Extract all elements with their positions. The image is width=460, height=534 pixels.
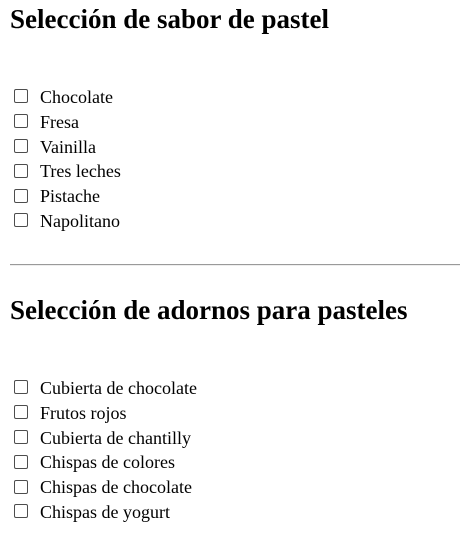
- topping-option-label: Chispas de chocolate: [40, 477, 192, 498]
- topping-option-label: Frutos rojos: [40, 402, 127, 423]
- flavor-checkbox[interactable]: [14, 163, 28, 178]
- topping-option-label: Chispas de colores: [40, 452, 175, 473]
- flavor-section-title: Selección de sabor de pastel: [10, 4, 329, 34]
- topping-checkbox[interactable]: [14, 479, 28, 494]
- topping-option-cubierta-chantilly[interactable]: Cubierta de chantilly: [14, 426, 197, 451]
- flavor-checkbox[interactable]: [14, 188, 28, 203]
- flavor-option-label: Chocolate: [40, 87, 113, 107]
- topping-option-label: Cubierta de chocolate: [40, 378, 197, 398]
- section-divider: [10, 264, 460, 266]
- flavor-option-label: Napolitano: [40, 210, 120, 231]
- topping-checkbox[interactable]: [14, 405, 28, 420]
- topping-option-chispas-colores[interactable]: Chispas de colores: [14, 450, 197, 475]
- flavor-option-tres-leches[interactable]: Tres leches: [14, 159, 121, 184]
- topping-checkbox[interactable]: [14, 380, 28, 395]
- topping-option-label: Cubierta de chantilly: [40, 427, 191, 448]
- flavor-checkbox[interactable]: [14, 114, 28, 129]
- flavor-option-label: Fresa: [40, 111, 79, 132]
- flavor-option-pistache[interactable]: Pistache: [14, 184, 121, 209]
- topping-checkbox[interactable]: [14, 429, 28, 444]
- topping-section-title: Selección de adornos para pasteles: [10, 295, 408, 325]
- flavor-option-chocolate[interactable]: Chocolate: [14, 85, 121, 110]
- flavor-option-napolitano[interactable]: Napolitano: [14, 209, 121, 234]
- topping-option-label: Chispas de yogurt: [40, 501, 170, 522]
- flavor-checkbox[interactable]: [14, 138, 28, 153]
- topping-checkbox[interactable]: [14, 454, 28, 469]
- topping-checkbox[interactable]: [14, 504, 28, 519]
- flavor-checkbox[interactable]: [14, 89, 28, 104]
- flavor-option-label: Vainilla: [40, 136, 96, 157]
- flavor-option-fresa[interactable]: Fresa: [14, 110, 121, 135]
- topping-option-frutos-rojos[interactable]: Frutos rojos: [14, 401, 197, 426]
- topping-option-chispas-chocolate[interactable]: Chispas de chocolate: [14, 475, 197, 500]
- flavor-options-list: Chocolate Fresa Vainilla Tres leches Pis…: [14, 85, 121, 234]
- topping-options-list: Cubierta de chocolate Frutos rojos Cubie…: [14, 376, 197, 525]
- flavor-option-label: Tres leches: [40, 161, 121, 182]
- flavor-option-vainilla[interactable]: Vainilla: [14, 135, 121, 160]
- topping-option-chispas-yogurt[interactable]: Chispas de yogurt: [14, 500, 197, 525]
- flavor-checkbox[interactable]: [14, 213, 28, 228]
- topping-option-cubierta-chocolate[interactable]: Cubierta de chocolate: [14, 376, 197, 401]
- flavor-option-label: Pistache: [40, 186, 100, 207]
